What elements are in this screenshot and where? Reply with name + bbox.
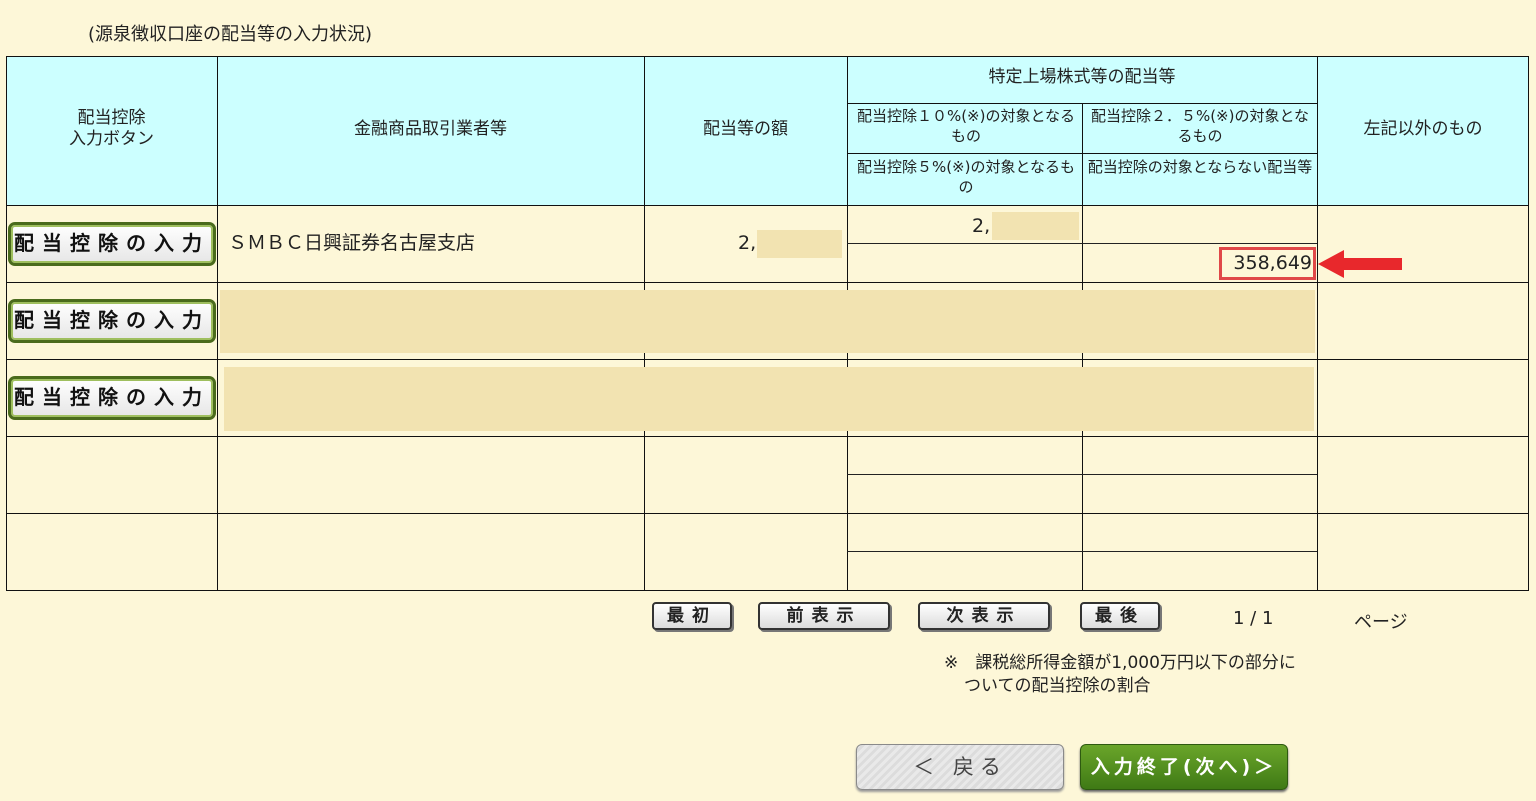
back-button[interactable]: ＜ 戻る: [856, 744, 1064, 790]
redacted-area: [757, 230, 842, 258]
footnote-line: ついての配当控除の割合: [964, 676, 1151, 696]
grid-line: [1528, 56, 1529, 590]
pager-next-button[interactable]: 次表示: [918, 602, 1050, 630]
highlight-box: [1219, 247, 1316, 280]
grid-line: [6, 436, 1529, 437]
header-button-col: 配当控除 入力ボタン: [69, 108, 154, 149]
grid-line: [217, 56, 218, 590]
pager-first-button[interactable]: 最初: [652, 602, 732, 630]
dividend-deduction-input-button[interactable]: 配当控除の入力: [8, 376, 216, 420]
grid-line: [847, 103, 1317, 104]
dividend-table: 配当控除 入力ボタン 金融商品取引業者等 配当等の額 特定上場株式等の配当等 配…: [0, 0, 1536, 801]
dividend-amount: 2,: [738, 232, 757, 254]
header-ded25: 配当控除２．５%(※)の対象となるもの: [1090, 107, 1310, 145]
footnote-line: ※ 課税総所得金額が1,000万円以下の部分に: [944, 653, 1296, 673]
redacted-area: [220, 290, 1315, 353]
header-amount: 配当等の額: [703, 119, 788, 139]
grid-line: [6, 56, 7, 590]
ded10-amount: 2,: [972, 215, 991, 237]
page-unit-label: ページ: [1354, 612, 1408, 633]
pager-last-button[interactable]: 最後: [1080, 602, 1160, 630]
grid-line: [847, 243, 1317, 244]
redacted-area: [224, 367, 1314, 431]
grid-line: [1317, 56, 1318, 590]
pager-prev-button[interactable]: 前表示: [758, 602, 890, 630]
grid-line: [847, 474, 1317, 475]
grid-line: [6, 205, 1529, 206]
header-no-ded: 配当控除の対象とならない配当等: [1087, 158, 1313, 176]
footnote: ※ 課税総所得金額が1,000万円以下の部分に ついての配当控除の割合: [944, 652, 1296, 698]
dividend-deduction-input-button[interactable]: 配当控除の入力: [8, 299, 216, 343]
header-ded5: 配当控除５%(※)の対象となるもの: [856, 158, 1076, 196]
red-arrow-icon: [1318, 250, 1402, 278]
header-other: 左記以外のもの: [1363, 119, 1483, 139]
grid-line: [6, 282, 1529, 283]
header-broker: 金融商品取引業者等: [354, 119, 507, 139]
dividend-deduction-input-button[interactable]: 配当控除の入力: [8, 222, 216, 266]
grid-line: [6, 513, 1529, 514]
grid-line: [6, 359, 1529, 360]
grid-line: [847, 153, 1317, 154]
broker-name: ＳＭＢＣ日興証券名古屋支店: [228, 232, 476, 254]
redacted-area: [992, 212, 1079, 240]
finish-input-next-button[interactable]: 入力終了(次へ)＞: [1080, 744, 1288, 790]
header-specific-group: 特定上場株式等の配当等: [988, 67, 1176, 87]
grid-line: [6, 590, 1529, 591]
header-ded10: 配当控除１０%(※)の対象となるもの: [856, 107, 1076, 145]
grid-line: [6, 56, 1529, 57]
grid-line: [847, 551, 1317, 552]
page-indicator: 1 / 1: [1233, 608, 1274, 629]
